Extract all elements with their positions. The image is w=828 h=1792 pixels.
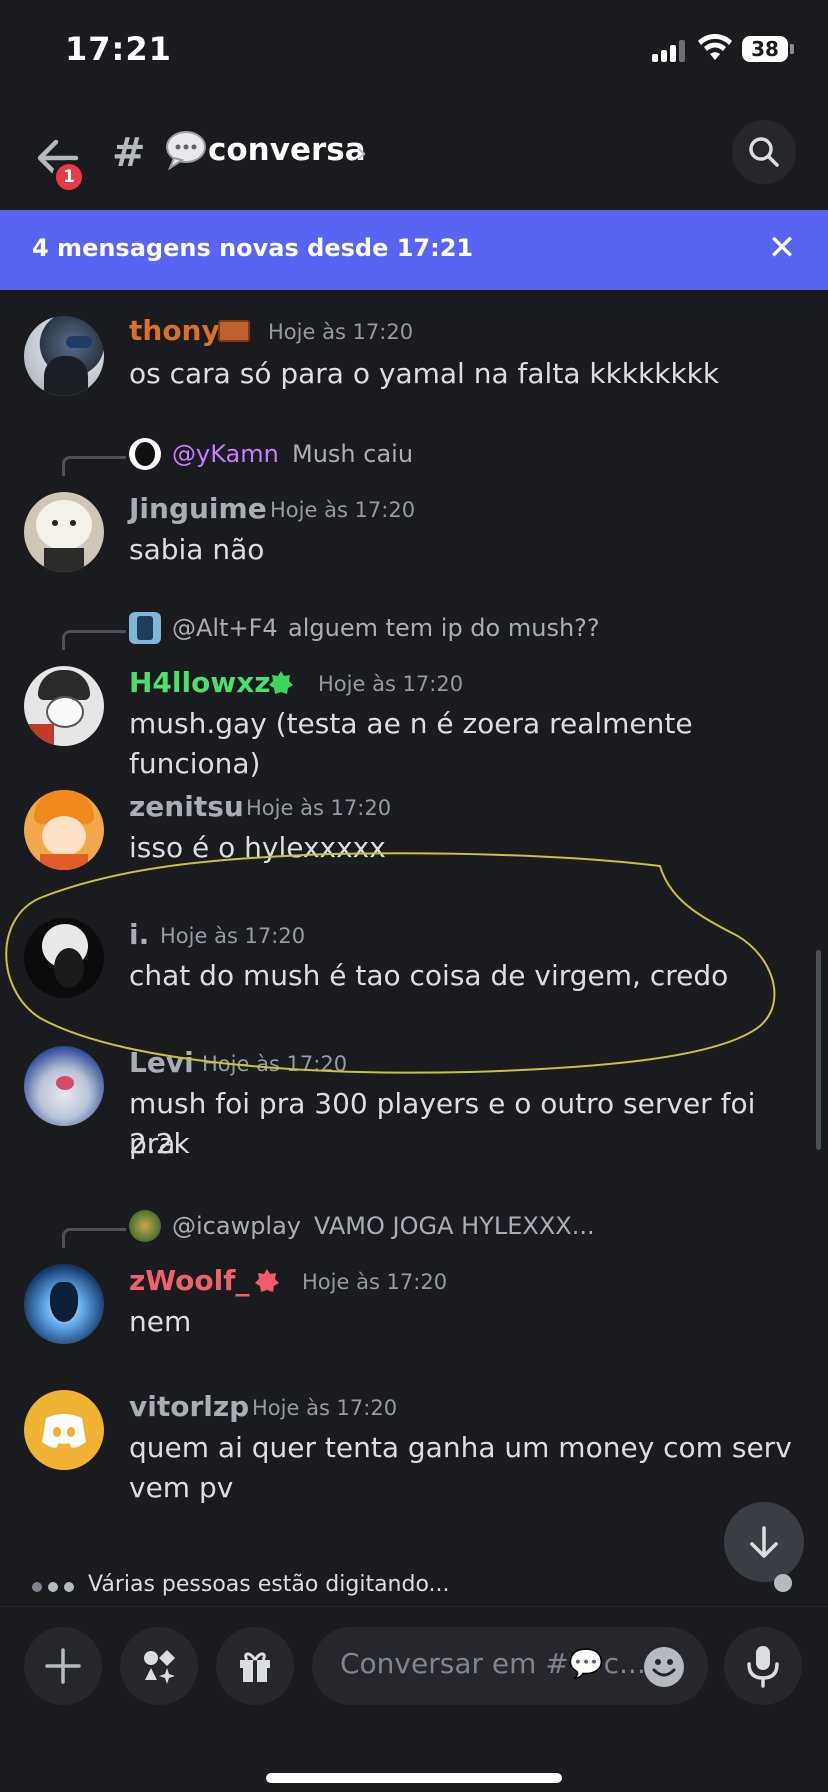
emoji-button[interactable]: [644, 1647, 684, 1687]
avatar[interactable]: [24, 666, 104, 746]
message[interactable]: @Alt+F4 alguem tem ip do mush?? H4llowxz…: [0, 612, 828, 780]
typing-dot: [64, 1582, 74, 1592]
arrow-down-icon: [750, 1526, 778, 1558]
typing-text: Várias pessoas estão digitando...: [88, 1572, 450, 1597]
microphone-icon: [747, 1646, 779, 1688]
avatar[interactable]: [24, 1046, 104, 1126]
apps-icon: [144, 1650, 175, 1684]
avatar[interactable]: [24, 316, 104, 396]
reply-avatar: [129, 612, 161, 644]
discord-logo-icon: [42, 1414, 86, 1448]
timestamp: Hoje às 17:20: [202, 1052, 348, 1076]
message[interactable]: zenitsu Hoje às 17:20 isso é o hylexxxxx: [0, 790, 828, 890]
avatar[interactable]: [24, 492, 104, 572]
cellular-signal-icon: [652, 40, 688, 62]
author-name[interactable]: H4llowxz: [129, 666, 271, 699]
green-badge-icon: [269, 671, 293, 694]
search-button[interactable]: [732, 120, 796, 184]
hash-icon: #: [112, 130, 146, 176]
message[interactable]: Levi Hoje às 17:20 mush foi pra 300 play…: [0, 1046, 828, 1176]
avatar[interactable]: [24, 918, 104, 998]
author-name[interactable]: vitorlzp: [129, 1390, 249, 1423]
author-name[interactable]: zenitsu: [129, 790, 244, 823]
status-time: 17:21: [65, 30, 172, 68]
message-text: nem: [129, 1305, 192, 1338]
channel-title[interactable]: conversa: [208, 132, 366, 168]
reply-author[interactable]: @Alt+F4: [172, 614, 278, 642]
status-bar: 17:21 38: [0, 0, 828, 100]
message-text-line2: vem pv: [129, 1471, 234, 1504]
add-attachment-button[interactable]: [24, 1627, 102, 1705]
timestamp: Hoje às 17:20: [252, 1396, 398, 1420]
message[interactable]: thony Hoje às 17:20 os cara só para o ya…: [0, 310, 828, 410]
avatar[interactable]: [24, 1264, 104, 1344]
typing-dot: [48, 1582, 58, 1592]
author-name[interactable]: Levi: [129, 1046, 194, 1079]
timestamp: Hoje às 17:20: [268, 320, 414, 344]
speech-balloon-icon: [166, 131, 206, 170]
plus-icon: [45, 1648, 81, 1684]
close-icon[interactable]: ✕: [762, 228, 802, 268]
unread-badge: 1: [52, 160, 86, 194]
author-name[interactable]: Jinguime: [129, 492, 267, 525]
author-name[interactable]: zWoolf_: [129, 1264, 249, 1297]
reply-connector: [62, 1228, 126, 1248]
reply-text: alguem tem ip do mush??: [288, 614, 600, 642]
avatar[interactable]: [24, 1390, 104, 1470]
reply-avatar: [129, 1210, 161, 1242]
reply-avatar: [129, 438, 161, 470]
reply-text: VAMO JOGA HYLEXXX...: [314, 1212, 595, 1240]
message[interactable]: @yKamn Mush caiu Jinguime Hoje às 17:20 …: [0, 438, 828, 578]
typing-dot: [32, 1582, 42, 1592]
reply-text: Mush caiu: [292, 440, 414, 468]
wifi-icon: [698, 34, 732, 60]
reply-connector: [62, 630, 126, 650]
red-badge-icon: [255, 1269, 279, 1292]
author-name[interactable]: i.: [129, 918, 149, 951]
reply-preview[interactable]: @yKamn Mush caiu: [0, 438, 828, 476]
brick-role-icon: [218, 320, 250, 342]
timestamp: Hoje às 17:20: [318, 672, 464, 696]
reply-preview[interactable]: @icawplay VAMO JOGA HYLEXXX...: [0, 1210, 828, 1248]
message-input-placeholder: Conversar em #💬c...: [340, 1647, 646, 1680]
chevron-right-icon[interactable]: ›: [356, 136, 367, 169]
message-text: sabia não: [129, 533, 265, 566]
timestamp: Hoje às 17:20: [246, 796, 392, 820]
channel-header: 1 # conversa ›: [0, 100, 828, 210]
gift-button[interactable]: [216, 1627, 294, 1705]
avatar[interactable]: [24, 790, 104, 870]
battery-indicator: 38: [742, 36, 794, 62]
reply-preview[interactable]: @Alt+F4 alguem tem ip do mush??: [0, 612, 828, 650]
voice-message-button[interactable]: [724, 1627, 802, 1705]
smile-icon: [652, 1659, 676, 1677]
gift-icon: [240, 1652, 270, 1682]
message-text-line1: quem ai quer tenta ganha um money com se…: [129, 1431, 792, 1464]
home-indicator[interactable]: [266, 1773, 562, 1783]
message-text: os cara só para o yamal na falta kkkkkkk…: [129, 357, 720, 390]
read-marker-icon: [774, 1574, 792, 1592]
new-messages-bar[interactable]: 4 mensagens novas desde 17:21 ✕: [0, 210, 828, 290]
message-text: chat do mush é tao coisa de virgem, cred…: [129, 959, 729, 992]
typing-indicator: Várias pessoas estão digitando...: [32, 1568, 792, 1604]
message-text: isso é o hylexxxxx: [129, 831, 386, 864]
timestamp: Hoje às 17:20: [302, 1270, 448, 1294]
message-text: mush.gay (testa ae n é zoera realmente f…: [129, 707, 693, 780]
apps-button[interactable]: [120, 1627, 198, 1705]
reply-author[interactable]: @yKamn: [172, 440, 279, 468]
message-text-line2: 2.2k: [129, 1127, 190, 1160]
new-messages-text: 4 mensagens novas desde 17:21: [32, 234, 474, 262]
message-composer: Conversar em #💬c...: [0, 1606, 828, 1792]
timestamp: Hoje às 17:20: [160, 924, 306, 948]
scrollbar[interactable]: [816, 950, 821, 1150]
search-icon: [749, 137, 779, 167]
reply-author[interactable]: @icawplay: [172, 1212, 301, 1240]
author-name[interactable]: thony: [129, 314, 220, 347]
reply-connector: [62, 456, 126, 476]
message[interactable]: vitorlzp Hoje às 17:20 quem ai quer tent…: [0, 1390, 828, 1520]
timestamp: Hoje às 17:20: [270, 498, 416, 522]
message[interactable]: i. Hoje às 17:20 chat do mush é tao cois…: [0, 918, 828, 1018]
message[interactable]: @icawplay VAMO JOGA HYLEXXX... zWoolf_ H…: [0, 1210, 828, 1350]
